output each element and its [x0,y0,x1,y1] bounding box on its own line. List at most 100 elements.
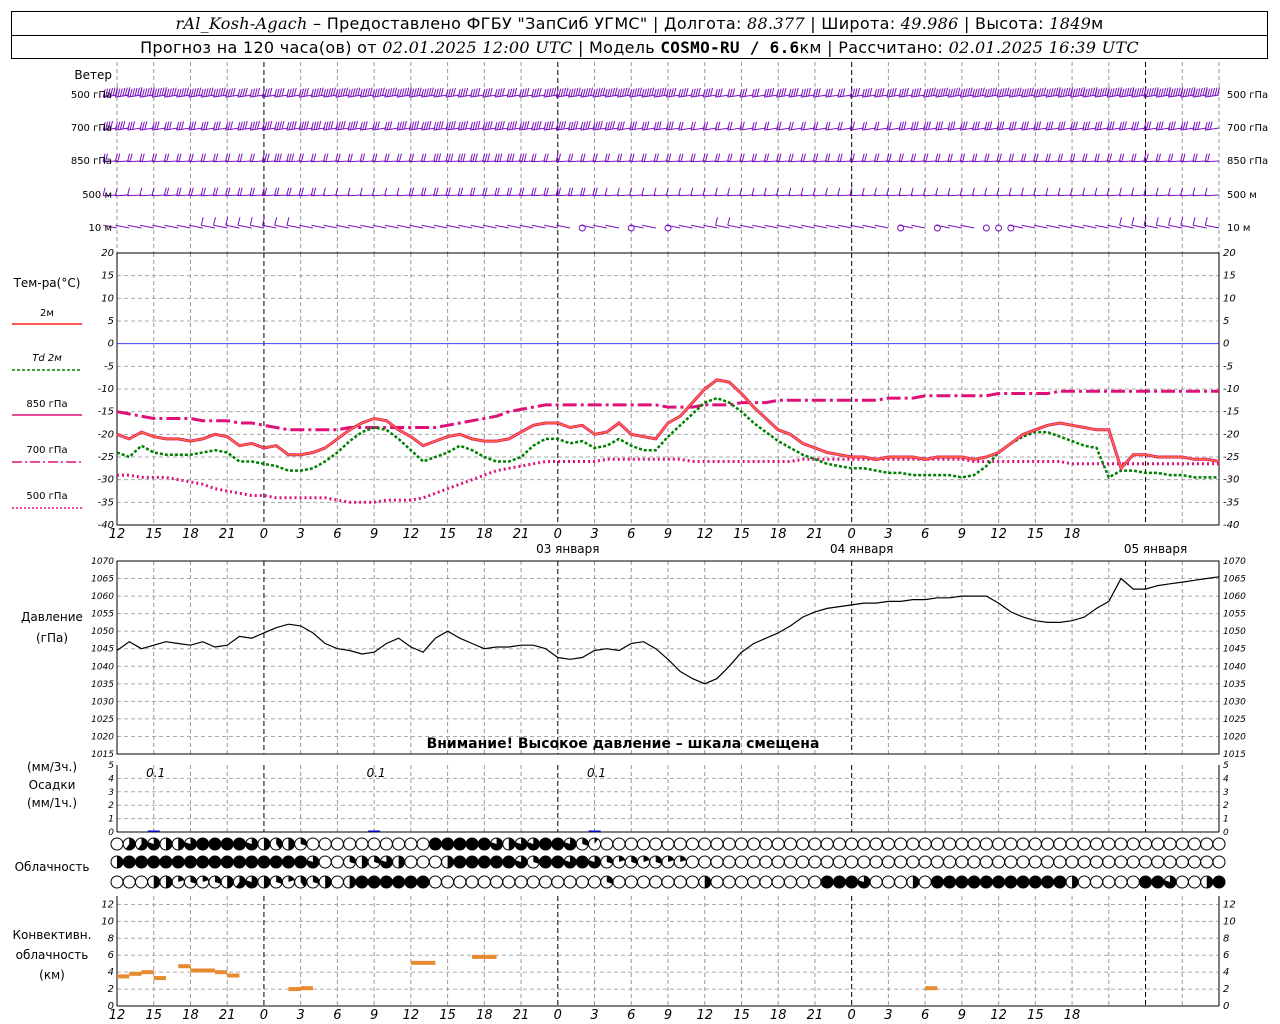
wind-barb-feather [778,88,782,97]
conv-hour-label: 18 [476,1008,493,1023]
wind-barb-feather [474,153,478,162]
wind-barb-feather [856,87,860,97]
pressure-title: Давление [21,610,83,624]
cloud-symbol [685,875,699,889]
wind-barb-feather [1197,121,1201,130]
wind-barb [605,224,620,229]
legend-500-label: 500 гПа [26,491,67,502]
wind-barb-feather [590,87,594,96]
wind-barb-feather [1119,217,1123,226]
wind-barb-feather [903,121,907,130]
wind-barb-feather [1072,88,1076,97]
wind-barb-feather [932,87,936,96]
wind-barb-feather [1020,187,1024,196]
wind-barb-feather [195,87,199,97]
wind-barb-feather [1192,217,1196,226]
conv-hour-label: 3 [884,1008,892,1023]
wind-barb-feather [438,153,442,162]
wind-barb [911,127,926,131]
wind-barb-feather [602,87,606,96]
cloud-symbol-fill [233,838,246,850]
wind-barb [727,127,742,131]
wind-barb-feather [624,87,628,97]
wind-barb [384,127,399,131]
wind-barb [286,127,301,131]
wind-barb-feather [433,153,437,162]
cloud-symbol [845,837,859,851]
wind-barb-feather [440,87,444,97]
wind-barb-feather [303,88,307,97]
wind-barb [837,224,852,229]
conv-tick-left: 12 [101,899,114,910]
wind-barb-feather [597,88,601,97]
wind-barb-feather [653,121,657,131]
wind-barb-feather [484,121,488,130]
wind-barb-feather [330,120,334,130]
cloud-symbol [379,837,393,851]
precipitation-panel: 5 54 43 32 21 10 00.1 0.1 0.1 [108,761,1229,838]
wind-barb [446,224,460,229]
wind-barb-feather [717,153,721,162]
wind-barb-feather [337,88,341,97]
wind-barb-feather [536,121,540,130]
wind-barb-feather [1045,153,1049,162]
wind-barb-feather [1074,88,1078,97]
cloud-symbol-fill [992,876,1005,888]
wind-barb-feather [506,88,510,98]
wind-barb [972,94,987,98]
wind-barb-feather [264,121,268,130]
cloud-symbol [1053,855,1067,869]
wind-barb-feather [898,121,902,131]
wind-barb-feather [898,187,902,196]
wind-barb-feather [1111,88,1115,97]
wind-barb [960,224,975,229]
wind-barb-feather [1128,87,1132,96]
wind-barb-feather [910,153,914,162]
wind-barb-feather [139,121,143,131]
wind-barb-feather [1050,88,1054,97]
wind-barb-feather [984,153,988,162]
pressure-warning: Внимание! Высокое давление – шкала смеще… [427,736,820,752]
wind-barb [715,94,730,98]
wind-barb-feather [156,121,160,130]
wind-barb-feather [457,121,461,131]
wind-barb-feather [462,88,466,97]
conv-hour-label: 9 [370,1008,378,1023]
wind-barb [788,224,803,229]
wind-barb-feather [763,121,767,131]
press-tick-left: 1070 [91,557,114,567]
cloud-symbol [318,855,332,869]
wind-barb-feather [381,87,385,96]
temp-tick-left: 5 [108,316,114,327]
wind-barb-feather [612,87,616,97]
press-tick-left: 1025 [91,715,114,725]
wind-barb-feather [937,88,941,97]
wind-barb-feather [237,187,241,196]
wind-barb-feather [239,121,243,130]
wind-barb-feather [376,88,380,97]
wind-barb-feather [800,153,804,162]
wind-barb-feather [521,121,525,130]
cloud-symbol-fill [704,876,711,888]
wind-barb [580,127,595,131]
wind-barb [654,127,669,131]
wind-barb-feather [137,87,141,96]
wind-barb [911,94,926,98]
wind-barb-feather [178,121,182,130]
wind-barb-feather [1136,121,1140,130]
wind-barb-feather [1038,88,1042,97]
cloud-symbol [943,855,957,869]
cloud-symbol [955,837,969,851]
wind-barb-feather [577,87,581,96]
temp-tick-right: -10 [1223,384,1239,395]
wind-barb-feather [364,88,368,97]
wind-barb [899,224,913,229]
wind-barb-feather [1199,87,1203,97]
wind-barb-feather [521,153,525,162]
wind-barb-feather [641,88,645,98]
wind-barb [629,224,644,229]
wind-barb-feather [1023,121,1027,130]
cloud-symbol [992,855,1006,869]
temp-hour-label: 9 [370,527,378,542]
wind-barb-feather [839,153,843,162]
